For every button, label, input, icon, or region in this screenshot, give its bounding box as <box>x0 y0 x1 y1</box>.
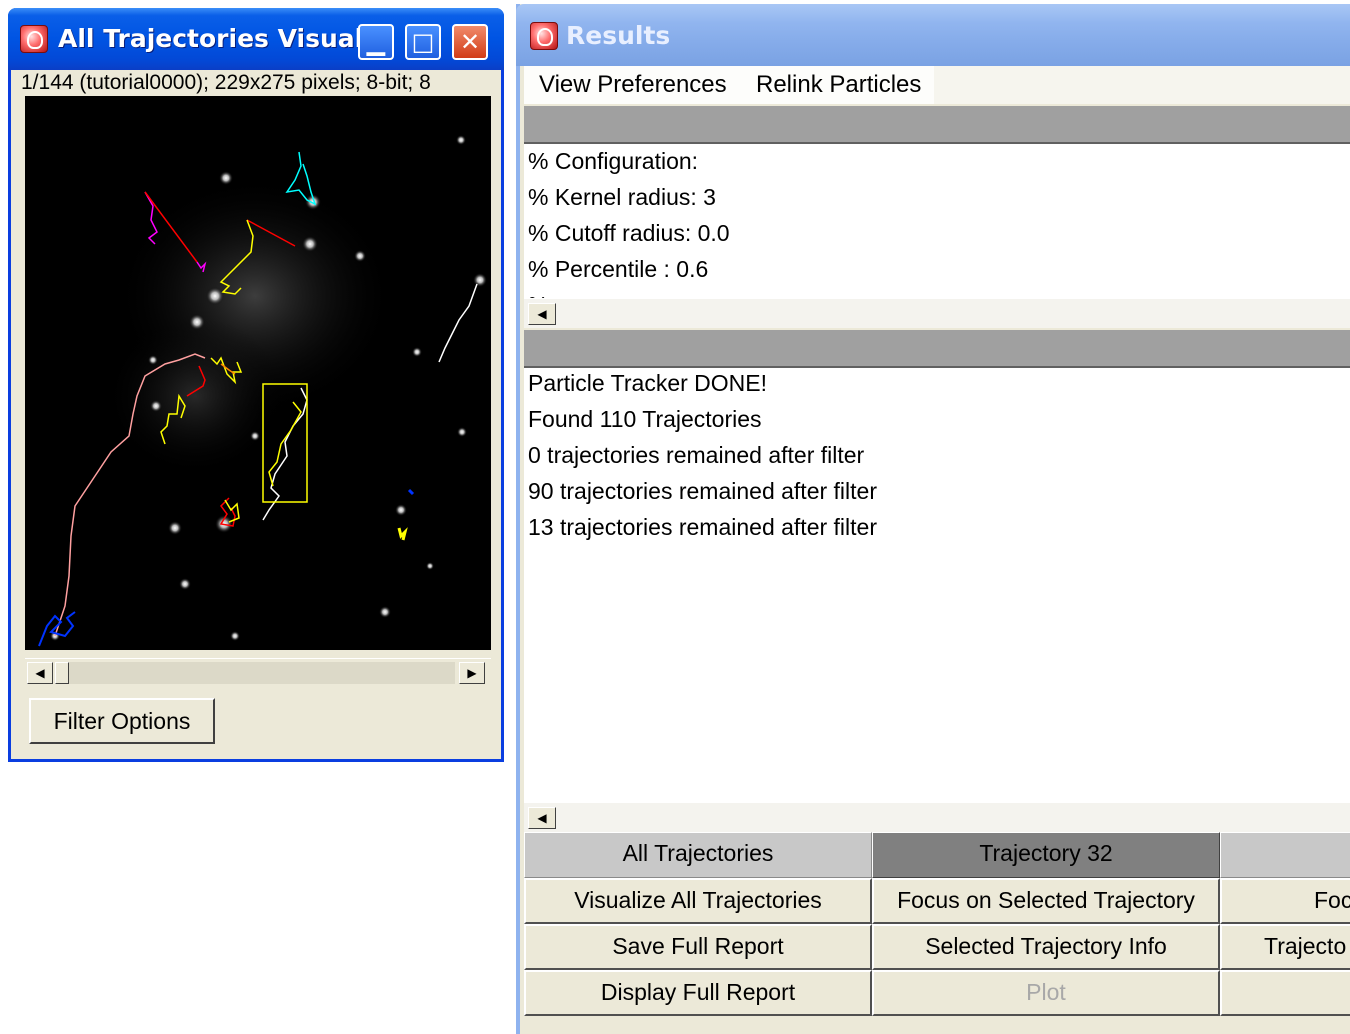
imagej-app-icon <box>20 25 48 53</box>
close-button[interactable]: ✕ <box>452 24 488 60</box>
image-horizontal-scrollbar[interactable]: ◀ ▶ <box>25 658 491 686</box>
trajectory-info-button[interactable]: Trajecto <box>1220 924 1350 970</box>
scroll-thumb[interactable] <box>55 662 69 684</box>
output-text-area[interactable]: Particle Tracker DONE! Found 110 Traject… <box>524 368 1350 802</box>
visualize-all-trajectories-button[interactable]: Visualize All Trajectories <box>524 878 872 924</box>
display-full-report-button[interactable]: Display Full Report <box>524 970 872 1016</box>
trajectory-plot <box>38 135 487 647</box>
maximize-button[interactable]: □ <box>405 24 441 60</box>
menu-bar: View Preferences Relink Particles <box>524 66 1350 104</box>
config-line: % Percentile : 0.6 <box>528 256 709 282</box>
output-line: Found 110 Trajectories <box>528 406 762 432</box>
output-line: Particle Tracker DONE! <box>528 370 767 396</box>
focus-selected-trajectory-button[interactable]: Focus on Selected Trajectory <box>872 878 1220 924</box>
output-line: 90 trajectories remained after filter <box>528 478 877 504</box>
focus-area-button[interactable]: Foc <box>1220 878 1350 924</box>
window-title: All Trajectories Visual <box>58 24 364 53</box>
results-window: Results View Preferences Relink Particle… <box>516 4 1350 1034</box>
output-line: 0 trajectories remained after filter <box>528 442 865 468</box>
trajectory-image-canvas[interactable] <box>25 96 491 650</box>
filter-options-button[interactable]: Filter Options <box>29 698 215 744</box>
maximize-icon: □ <box>411 28 435 56</box>
cell-haze <box>105 316 285 476</box>
config-line: % Cutoff radius: 0.0 <box>528 220 730 246</box>
output-line: 13 trajectories remained after filter <box>528 514 877 540</box>
menu-view-preferences[interactable]: View Preferences <box>539 70 727 100</box>
scroll-left-button[interactable]: ◀ <box>528 807 556 829</box>
output-horizontal-scrollbar[interactable]: ◀ <box>524 802 1350 832</box>
title-bar[interactable]: All Trajectories Visual ▁ □ ✕ <box>8 8 504 70</box>
config-line-partial: % <box>528 290 555 298</box>
imagej-app-icon <box>530 22 558 50</box>
divider-bar[interactable] <box>524 106 1350 144</box>
scroll-left-button[interactable]: ◀ <box>528 303 556 325</box>
config-line: % Configuration: <box>528 148 699 174</box>
selected-trajectory-header: Trajectory 32 <box>872 832 1220 878</box>
all-trajectories-header: All Trajectories <box>524 832 872 878</box>
window-title: Results <box>566 21 671 50</box>
plot-button[interactable]: Plot <box>872 970 1220 1016</box>
selected-trajectory-info-button[interactable]: Selected Trajectory Info <box>872 924 1220 970</box>
divider-bar[interactable] <box>524 330 1350 368</box>
image-info-line: 1/144 (tutorial0000); 229x275 pixels; 8-… <box>21 71 431 94</box>
configuration-text-area[interactable]: % Configuration: % Kernel radius: 3 % Cu… <box>524 144 1350 298</box>
scroll-left-button[interactable]: ◀ <box>27 662 53 684</box>
minimize-icon: ▁ <box>366 28 386 56</box>
close-icon: ✕ <box>459 28 481 56</box>
config-line: % Kernel radius: 3 <box>528 184 716 210</box>
save-full-report-button[interactable]: Save Full Report <box>524 924 872 970</box>
scroll-right-button[interactable]: ▶ <box>459 662 485 684</box>
trajectories-visual-window: All Trajectories Visual ▁ □ ✕ 1/144 (tut… <box>8 8 504 762</box>
menu-relink-particles[interactable]: Relink Particles <box>756 70 921 100</box>
third-column-button[interactable] <box>1220 970 1350 1016</box>
title-bar[interactable]: Results <box>516 4 1350 66</box>
configuration-horizontal-scrollbar[interactable]: ◀ <box>524 298 1350 328</box>
minimize-button[interactable]: ▁ <box>358 24 394 60</box>
scroll-track[interactable] <box>69 662 455 684</box>
third-column-header <box>1220 832 1350 878</box>
